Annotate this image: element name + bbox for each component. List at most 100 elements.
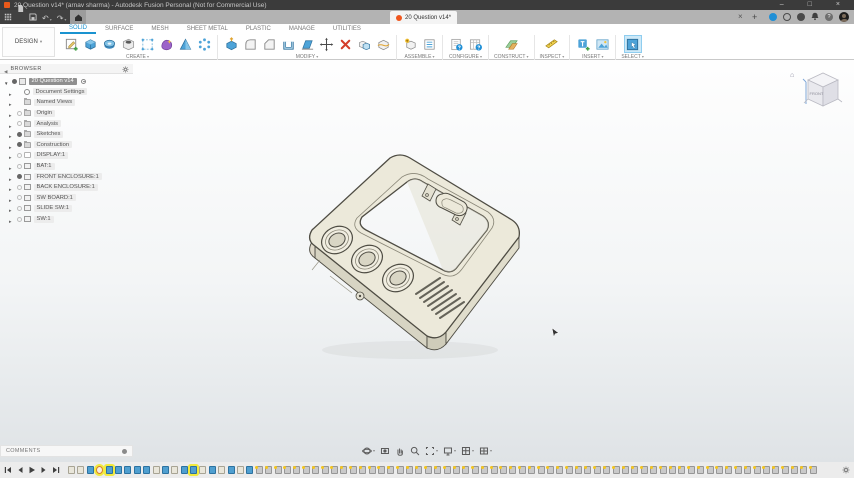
chamfer-icon[interactable] [261, 36, 277, 52]
close-button[interactable]: × [836, 0, 840, 10]
ribbon-tab[interactable]: MESH [142, 24, 177, 34]
timeline-feature[interactable] [660, 466, 667, 474]
browser-item-label[interactable]: BACK ENCLOSURE:1 [34, 184, 98, 191]
ribbon-tab[interactable]: UTILITIES [324, 24, 370, 34]
comments-bar[interactable]: COMMENTS [0, 445, 133, 457]
timeline-feature[interactable] [453, 466, 460, 474]
timeline-feature[interactable] [782, 466, 789, 474]
timeline-feature[interactable] [406, 466, 413, 474]
new-component-icon[interactable] [402, 36, 418, 52]
timeline-feature[interactable] [171, 466, 178, 474]
timeline-feature[interactable] [415, 466, 422, 474]
timeline-feature[interactable] [312, 466, 319, 474]
timeline-feature[interactable] [199, 466, 206, 474]
timeline-feature[interactable] [115, 466, 122, 474]
timeline-feature[interactable] [641, 466, 648, 474]
timeline-feature[interactable] [575, 466, 582, 474]
timeline-feature[interactable] [584, 466, 591, 474]
timeline-feature[interactable] [68, 466, 75, 474]
browser-root-item[interactable]: 20 Question v14 [0, 76, 133, 87]
canvas-image-icon[interactable] [594, 36, 610, 52]
browser-item[interactable]: Document Settings [0, 87, 133, 98]
timeline-feature[interactable] [256, 466, 263, 474]
browser-item-label[interactable]: SLIDE SW:1 [34, 205, 72, 212]
timeline-feature[interactable] [425, 466, 432, 474]
timeline-feature[interactable] [528, 466, 535, 474]
timeline-feature[interactable] [434, 466, 441, 474]
timeline-feature[interactable] [237, 466, 244, 474]
timeline-feature[interactable] [303, 466, 310, 474]
timeline-feature[interactable] [77, 466, 84, 474]
timeline-feature[interactable] [669, 466, 676, 474]
step-forward-icon[interactable] [40, 466, 48, 474]
timeline-feature[interactable] [594, 466, 601, 474]
history-icon[interactable] [783, 13, 791, 21]
browser-item-label[interactable]: Sketches [34, 131, 64, 138]
timeline-feature[interactable] [772, 466, 779, 474]
browser-item-label[interactable]: SW BOARD:1 [34, 194, 76, 201]
visibility-eye-icon[interactable] [17, 206, 22, 211]
timeline-feature[interactable] [763, 466, 770, 474]
visibility-eye-icon[interactable] [17, 217, 22, 222]
timeline-feature[interactable] [735, 466, 742, 474]
visibility-eye-icon[interactable] [17, 174, 22, 179]
pattern-icon[interactable] [196, 36, 212, 52]
browser-item-label[interactable]: SW:1 [34, 216, 54, 223]
timeline-feature[interactable] [603, 466, 610, 474]
step-back-icon[interactable] [16, 466, 24, 474]
viewports-icon[interactable] [479, 446, 492, 456]
timeline-feature[interactable] [725, 466, 732, 474]
browser-item[interactable]: BAT:1 [0, 161, 133, 172]
timeline-feature[interactable] [153, 466, 160, 474]
timeline-feature[interactable] [481, 466, 488, 474]
browser-item[interactable]: FRONT ENCLOSURE:1 [0, 171, 133, 182]
press-pull-icon[interactable] [223, 36, 239, 52]
browser-item-label[interactable]: FRONT ENCLOSURE:1 [34, 173, 102, 180]
visibility-eye-icon[interactable] [17, 121, 22, 126]
measure-icon[interactable] [544, 36, 560, 52]
timeline-feature[interactable] [566, 466, 573, 474]
browser-item-label[interactable]: DISPLAY:1 [34, 152, 69, 159]
timeline-feature[interactable] [631, 466, 638, 474]
timeline-feature[interactable] [340, 466, 347, 474]
browser-item-label[interactable]: Named Views [34, 99, 76, 106]
browser-item[interactable]: Named Views [0, 97, 133, 108]
timeline-feature[interactable] [462, 466, 469, 474]
timeline-feature[interactable] [754, 466, 761, 474]
timeline-feature[interactable] [284, 466, 291, 474]
timeline-feature[interactable] [275, 466, 282, 474]
timeline-feature[interactable] [707, 466, 714, 474]
timeline-feature[interactable] [293, 466, 300, 474]
view-cube[interactable]: ⌂ FRONT [790, 66, 846, 124]
visibility-eye-icon[interactable] [17, 111, 22, 116]
timeline-feature[interactable] [265, 466, 272, 474]
expand-arrow-icon[interactable] [9, 210, 14, 228]
split-body-icon[interactable] [375, 36, 391, 52]
browser-settings-gear-icon[interactable] [122, 60, 129, 78]
timeline-feature[interactable] [744, 466, 751, 474]
browser-item[interactable]: SW:1 [0, 214, 133, 225]
construction-plane-icon[interactable] [503, 36, 519, 52]
timeline-feature[interactable] [218, 466, 225, 474]
display-settings-icon[interactable] [443, 446, 456, 456]
insert-derive-icon[interactable] [575, 36, 591, 52]
configuration-icon[interactable] [448, 36, 464, 52]
ribbon-tab[interactable]: SURFACE [96, 24, 142, 34]
timeline-feature[interactable] [359, 466, 366, 474]
visibility-eye-icon[interactable] [17, 185, 22, 190]
timeline-feature[interactable] [491, 466, 498, 474]
draft-icon[interactable] [299, 36, 315, 52]
timeline-feature[interactable] [322, 466, 329, 474]
ribbon-tab[interactable]: SHEET METAL [178, 24, 237, 34]
3d-model[interactable] [290, 148, 530, 363]
zoom-icon[interactable] [410, 446, 420, 456]
timeline-feature[interactable] [472, 466, 479, 474]
timeline-feature[interactable] [134, 466, 141, 474]
browser-item-label[interactable]: Construction [34, 141, 73, 148]
data-panel-grid-icon[interactable] [4, 13, 12, 21]
timeline-feature[interactable] [519, 466, 526, 474]
timeline-feature[interactable] [246, 466, 253, 474]
configuration-table-icon[interactable] [467, 36, 483, 52]
browser-item[interactable]: Origin [0, 108, 133, 119]
timeline-feature[interactable] [547, 466, 554, 474]
